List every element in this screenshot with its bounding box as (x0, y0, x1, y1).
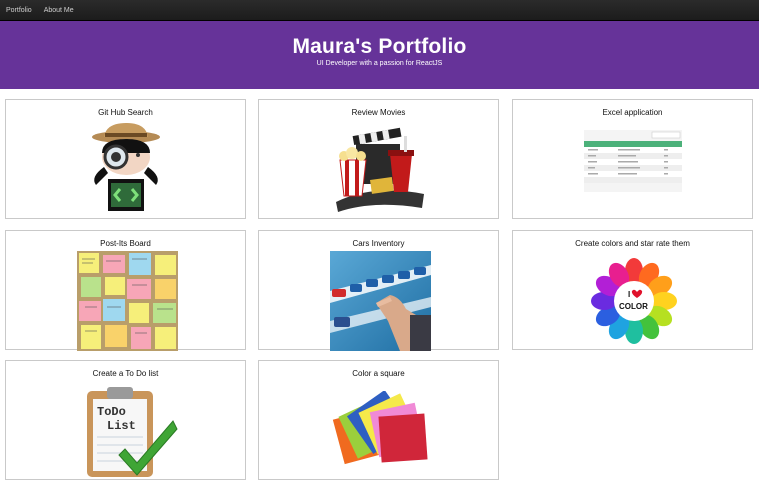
todo-clipboard-check-icon: ToDo List (87, 387, 178, 477)
project-card-github-search[interactable]: Git Hub Search (5, 99, 246, 219)
nav-link-about-me[interactable]: About Me (44, 7, 74, 14)
project-card-cars-inventory[interactable]: Cars Inventory (258, 230, 499, 351)
card-title: Review Movies (351, 108, 406, 117)
sticky-notes-board-icon (77, 251, 178, 351)
card-title: Excel application (602, 108, 663, 117)
card-title: Color a square (352, 369, 405, 378)
card-title: Cars Inventory (352, 239, 405, 248)
card-title: Post-Its Board (100, 239, 151, 248)
project-card-post-its-board[interactable]: Post-Its Board (5, 230, 246, 351)
github-octocat-detective-icon (92, 123, 160, 211)
project-card-color-a-square[interactable]: Color a square (258, 360, 499, 480)
color-wheel-color-text: COLOR (619, 302, 648, 311)
page-title: Maura's Portfolio (292, 35, 467, 58)
project-card-excel-application[interactable]: Excel application (512, 99, 753, 219)
page-subtitle: UI Developer with a passion for ReactJS (316, 60, 443, 67)
project-card-todo-list[interactable]: Create a To Do list ToDo List (5, 360, 246, 480)
paper-squares-icon (332, 391, 428, 465)
nav-link-portfolio[interactable]: Portfolio (6, 7, 32, 14)
project-card-colors-star-rate[interactable]: Create colors and star rate them I COLOR (512, 230, 753, 350)
movie-clapper-popcorn-icon (336, 127, 424, 212)
project-card-review-movies[interactable]: Review Movies (258, 99, 499, 219)
todo-thumb-text: ToDo (97, 405, 126, 419)
hero-banner: Maura's Portfolio UI Developer with a pa… (0, 21, 759, 89)
spreadsheet-table-icon (584, 130, 682, 192)
color-wheel-i-text: I (628, 290, 630, 299)
card-title: Create colors and star rate them (575, 239, 690, 248)
card-title: Git Hub Search (98, 108, 153, 117)
top-navbar: Portfolio About Me (0, 0, 759, 21)
card-title: Create a To Do list (92, 369, 159, 378)
list-thumb-text: List (107, 419, 136, 433)
toy-cars-shelf-icon (330, 251, 431, 351)
color-flower-wheel-icon: I COLOR (591, 258, 677, 344)
